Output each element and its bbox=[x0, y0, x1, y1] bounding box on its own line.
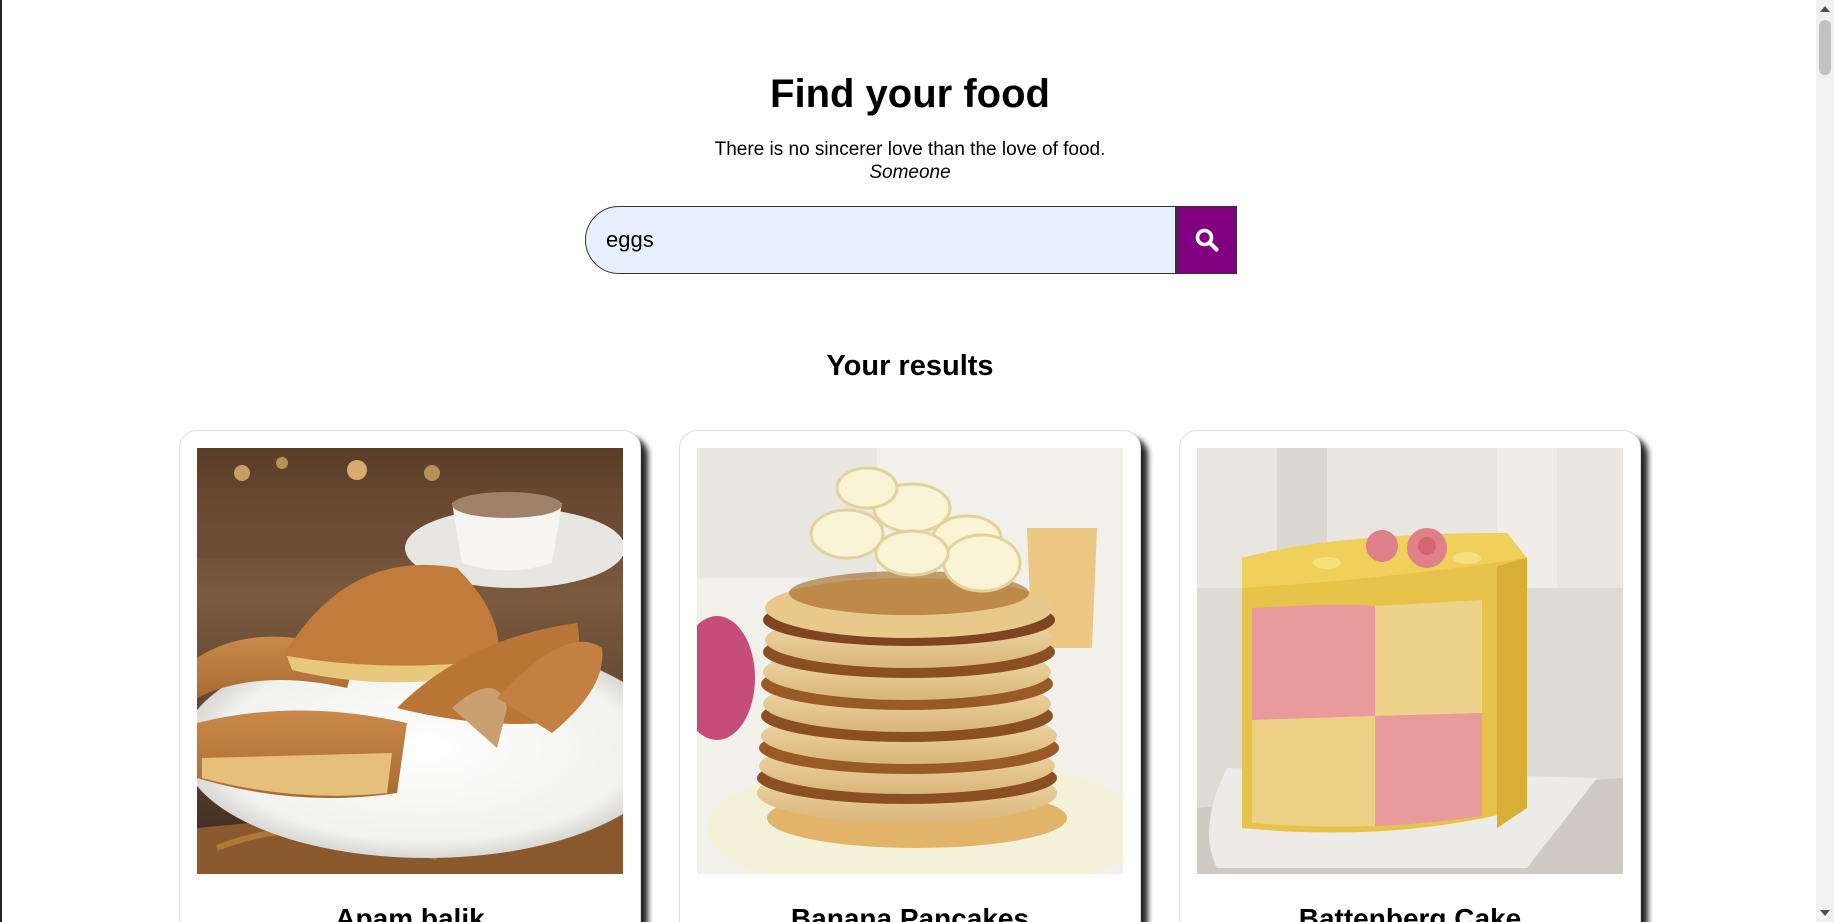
results-title: Your results bbox=[826, 350, 994, 382]
quote-block: There is no sincerer love than the love … bbox=[2, 138, 1818, 184]
scroll-down-arrow-icon[interactable] bbox=[1820, 910, 1830, 916]
scrollbar-thumb[interactable] bbox=[1819, 20, 1831, 75]
quote-author: Someone bbox=[869, 162, 951, 183]
main-content: Find your food There is no sincerer love… bbox=[2, 0, 1818, 922]
page: Find your food There is no sincerer love… bbox=[0, 0, 1834, 922]
page-title: Find your food bbox=[770, 72, 1050, 116]
quote-text: There is no sincerer love than the love … bbox=[714, 139, 1106, 160]
result-card-title: Battenberg Cake bbox=[1298, 903, 1522, 922]
scroll-up-arrow-icon[interactable] bbox=[1820, 6, 1830, 12]
search-button[interactable] bbox=[1176, 206, 1237, 274]
result-card-apam-balik[interactable]: Apam balik bbox=[179, 430, 641, 922]
result-card-battenberg-cake[interactable]: Battenberg Cake bbox=[1179, 430, 1641, 922]
vertical-scrollbar[interactable] bbox=[1816, 0, 1834, 922]
apam-balik-photo[interactable] bbox=[197, 448, 623, 874]
result-card-banana-pancakes[interactable]: Banana Pancakes bbox=[679, 430, 1141, 922]
result-card-title: Apam balik bbox=[335, 903, 485, 922]
search-form bbox=[585, 206, 1237, 274]
banana-pancakes-photo[interactable] bbox=[697, 448, 1123, 874]
battenberg-cake-photo[interactable] bbox=[1197, 448, 1623, 874]
search-icon bbox=[1195, 228, 1219, 252]
search-input[interactable] bbox=[585, 206, 1176, 274]
result-card-title: Banana Pancakes bbox=[790, 903, 1030, 922]
